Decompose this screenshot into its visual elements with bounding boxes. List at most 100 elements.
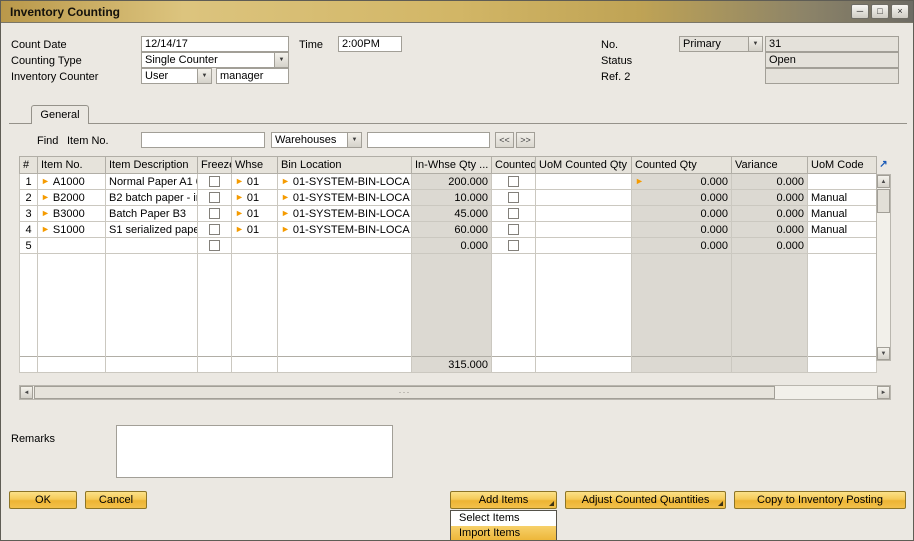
link-arrow-icon[interactable]: ► [281,225,290,234]
row-number-cell[interactable]: 3 [20,206,38,222]
freeze-checkbox[interactable] [209,176,220,187]
horizontal-scrollbar-thumb[interactable]: ··· [34,386,775,399]
expand-grid-button[interactable]: ↗ [877,158,890,171]
ok-button[interactable]: OK [9,491,77,509]
uom-counted-qty-cell[interactable] [536,174,632,190]
counted-checkbox[interactable] [508,192,519,203]
cancel-button[interactable]: Cancel [85,491,147,509]
find-next-button[interactable]: >> [516,132,535,148]
freeze-cell [198,206,232,222]
uom-counted-qty-cell[interactable] [536,190,632,206]
inventory-counter-dropdown-button[interactable]: ▼ [197,69,211,83]
scroll-up-button[interactable]: ▲ [877,175,890,188]
vertical-scrollbar-thumb[interactable] [877,189,890,213]
item-description-cell[interactable]: S1 serialized paper [106,222,198,238]
item-description-cell[interactable]: B2 batch paper - int [106,190,198,206]
link-arrow-icon[interactable]: ► [281,209,290,218]
scroll-down-button[interactable]: ▼ [877,347,890,360]
counted-qty-cell[interactable]: ►0.000 [632,174,732,190]
counted-qty-cell[interactable]: 0.000 [632,206,732,222]
row-number-cell[interactable]: 4 [20,222,38,238]
bin-location-cell[interactable]: ►01-SYSTEM-BIN-LOCA [278,222,412,238]
counted-qty-cell[interactable]: 0.000 [632,222,732,238]
link-arrow-icon[interactable]: ► [235,177,244,186]
item-description-cell[interactable] [106,238,198,254]
bin-location-cell[interactable]: ►01-SYSTEM-BIN-LOCA [278,190,412,206]
freeze-checkbox[interactable] [209,192,220,203]
uom-counted-qty-cell[interactable] [536,238,632,254]
bin-location-cell[interactable]: ►01-SYSTEM-BIN-LOCA [278,206,412,222]
series-dropdown-button[interactable]: ▼ [748,37,762,51]
link-arrow-icon[interactable]: ► [235,193,244,202]
minimize-button[interactable]: ─ [851,4,869,19]
whse-cell[interactable]: ►01 [232,190,278,206]
item-no-cell[interactable]: ►S1000 [38,222,106,238]
row-number-cell[interactable]: 5 [20,238,38,254]
inventory-counter-type-select[interactable]: User ▼ [141,68,212,84]
horizontal-scrollbar[interactable]: ◄ ··· ► [19,385,891,400]
row-number-cell[interactable]: 1 [20,174,38,190]
inventory-counter-input[interactable] [216,68,289,84]
whse-cell[interactable]: ►01 [232,206,278,222]
item-description-cell[interactable]: Batch Paper B3 [106,206,198,222]
count-date-input[interactable] [141,36,289,52]
uom-code-cell[interactable]: Manual [808,206,877,222]
item-no-cell[interactable]: ►A1000 [38,174,106,190]
adjust-counted-quantities-button[interactable]: Adjust Counted Quantities [565,491,726,509]
whse-cell[interactable]: ►01 [232,222,278,238]
close-button[interactable]: × [891,4,909,19]
maximize-button[interactable]: □ [871,4,889,19]
find-warehouse-input[interactable] [367,132,490,148]
uom-code-cell[interactable] [808,238,877,254]
uom-code-cell[interactable] [808,174,877,190]
counted-qty-cell[interactable]: 0.000 [632,238,732,254]
menu-item-select-items[interactable]: Select Items [451,511,556,526]
series-select[interactable]: Primary ▼ [679,36,763,52]
freeze-checkbox[interactable] [209,240,220,251]
row-number-cell[interactable]: 2 [20,190,38,206]
find-item-no-input[interactable] [141,132,265,148]
counted-checkbox[interactable] [508,176,519,187]
counting-type-dropdown-button[interactable]: ▼ [274,53,288,67]
vertical-scrollbar[interactable]: ▲ ▼ [876,174,891,361]
whse-cell[interactable]: ►01 [232,174,278,190]
warehouses-dropdown-button[interactable]: ▼ [347,133,361,147]
link-arrow-icon[interactable]: ► [41,209,50,218]
tab-general[interactable]: General [31,105,89,124]
time-input[interactable] [338,36,402,52]
link-arrow-icon[interactable]: ► [235,209,244,218]
link-arrow-icon[interactable]: ► [41,193,50,202]
freeze-checkbox[interactable] [209,208,220,219]
freeze-checkbox[interactable] [209,224,220,235]
counting-type-select[interactable]: Single Counter ▼ [141,52,289,68]
item-no-cell[interactable]: ►B2000 [38,190,106,206]
uom-code-cell[interactable]: Manual [808,190,877,206]
bin-location-cell[interactable] [278,238,412,254]
uom-counted-qty-cell[interactable] [536,222,632,238]
warehouses-select[interactable]: Warehouses ▼ [271,132,362,148]
find-previous-button[interactable]: << [495,132,514,148]
whse-cell[interactable] [232,238,278,254]
link-arrow-icon[interactable]: ► [41,225,50,234]
counted-checkbox[interactable] [508,208,519,219]
copy-to-inventory-posting-button[interactable]: Copy to Inventory Posting [734,491,906,509]
uom-counted-qty-cell[interactable] [536,206,632,222]
counted-checkbox[interactable] [508,240,519,251]
item-no-cell[interactable] [38,238,106,254]
item-no-cell[interactable]: ►B3000 [38,206,106,222]
link-arrow-icon[interactable]: ► [281,193,290,202]
counted-qty-cell[interactable]: 0.000 [632,190,732,206]
bin-location-cell[interactable]: ►01-SYSTEM-BIN-LOCA [278,174,412,190]
uom-code-cell[interactable]: Manual [808,222,877,238]
scroll-left-button[interactable]: ◄ [20,386,33,399]
scroll-right-button[interactable]: ► [877,386,890,399]
add-items-button[interactable]: Add Items [450,491,557,509]
link-arrow-icon[interactable]: ► [635,177,644,186]
counted-checkbox[interactable] [508,224,519,235]
menu-item-import-items[interactable]: Import Items [451,526,556,541]
item-description-cell[interactable]: Normal Paper A1 00 [106,174,198,190]
link-arrow-icon[interactable]: ► [41,177,50,186]
link-arrow-icon[interactable]: ► [235,225,244,234]
link-arrow-icon[interactable]: ► [281,177,290,186]
remarks-textarea[interactable] [116,425,393,478]
